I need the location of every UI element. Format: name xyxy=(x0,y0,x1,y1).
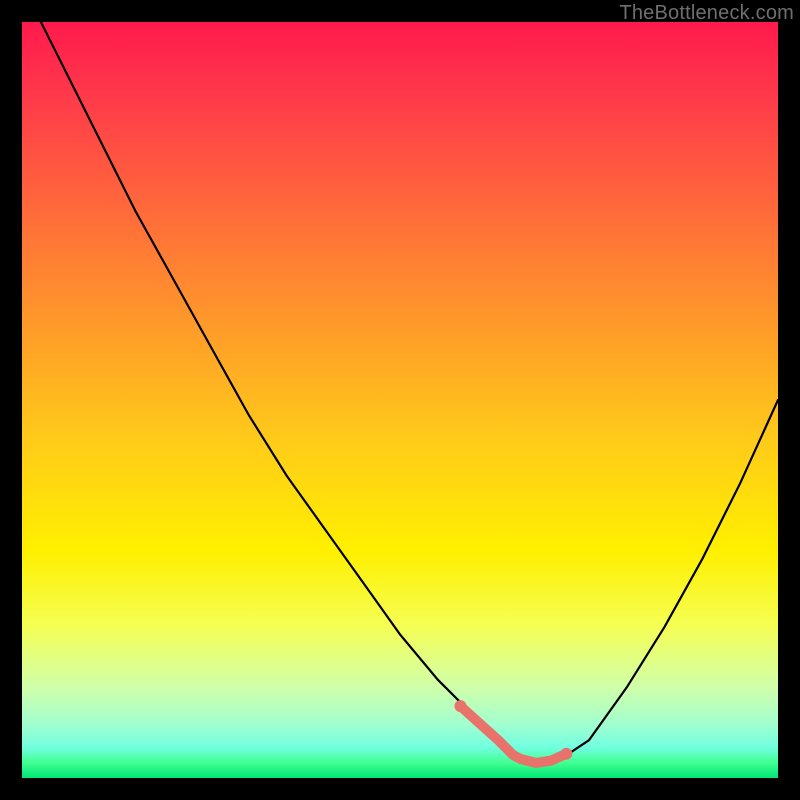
plot-gradient-background xyxy=(22,22,778,778)
chart-container: TheBottleneck.com xyxy=(0,0,800,800)
watermark-text: TheBottleneck.com xyxy=(619,2,794,25)
